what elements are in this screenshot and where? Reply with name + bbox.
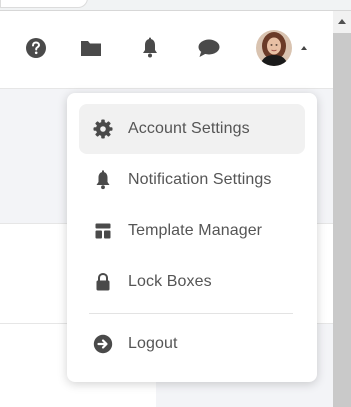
folder-icon[interactable]	[79, 36, 103, 60]
app-header	[0, 11, 333, 89]
user-avatar[interactable]	[256, 30, 292, 66]
logout-icon	[93, 334, 113, 354]
menu-label-notification-settings: Notification Settings	[128, 171, 272, 188]
menu-label-logout: Logout	[128, 335, 178, 352]
browser-top-strip	[0, 0, 351, 11]
template-icon	[93, 221, 113, 241]
menu-label-template-manager: Template Manager	[128, 222, 263, 239]
menu-item-template-manager[interactable]: Template Manager	[79, 206, 305, 256]
browser-tab-fragment[interactable]	[0, 0, 88, 8]
menu-divider	[89, 313, 293, 314]
menu-item-lock-boxes[interactable]: Lock Boxes	[79, 257, 305, 307]
gear-icon	[93, 119, 113, 139]
scrollbar[interactable]	[333, 11, 351, 407]
help-icon[interactable]	[24, 36, 48, 60]
menu-item-logout[interactable]: Logout	[79, 319, 305, 369]
menu-label-account-settings: Account Settings	[128, 120, 250, 137]
lock-icon	[93, 272, 113, 292]
bell-icon[interactable]	[138, 36, 162, 60]
menu-label-lock-boxes: Lock Boxes	[128, 273, 212, 290]
avatar-caret-icon[interactable]	[301, 46, 307, 50]
bell-icon	[93, 170, 113, 190]
menu-item-account-settings[interactable]: Account Settings	[79, 104, 305, 154]
chat-icon[interactable]	[197, 36, 221, 60]
account-dropdown-menu: Account Settings Notification Settings T…	[67, 93, 317, 382]
scroll-up-button[interactable]	[333, 11, 351, 33]
menu-item-notification-settings[interactable]: Notification Settings	[79, 155, 305, 205]
